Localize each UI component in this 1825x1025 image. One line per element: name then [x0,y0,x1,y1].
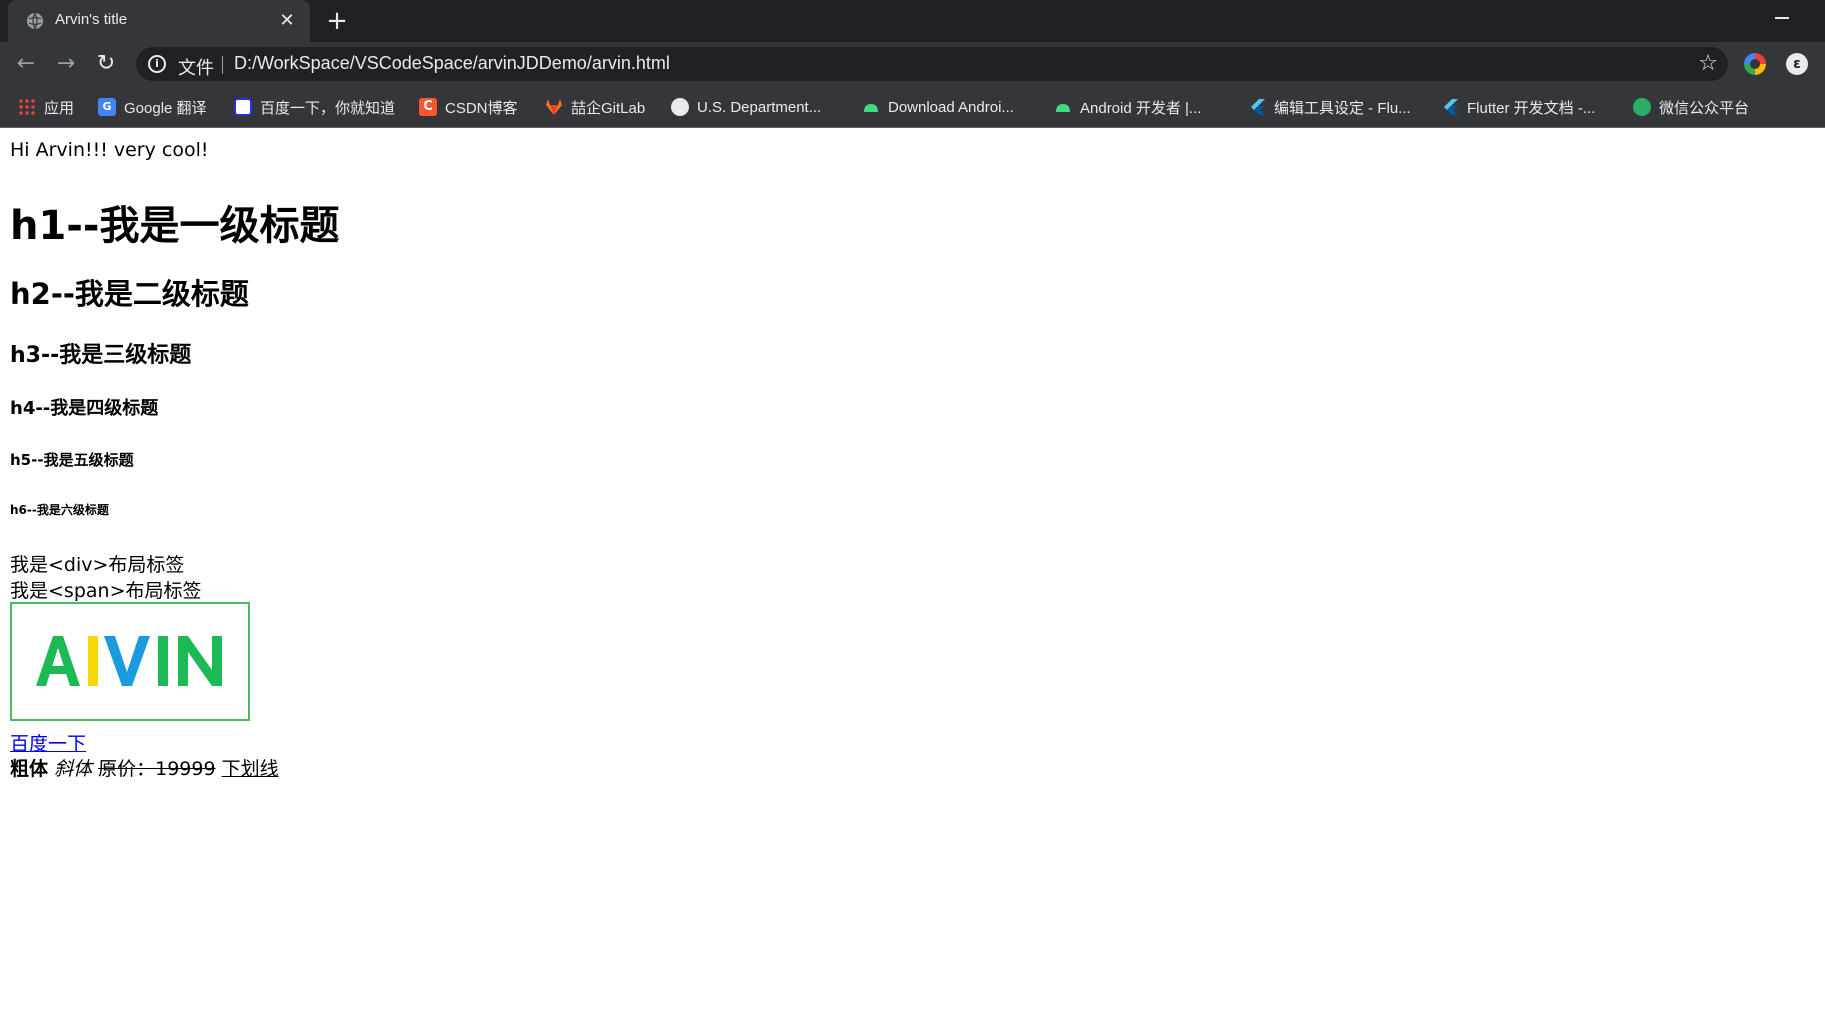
address-separator [222,56,223,74]
flutter-icon [1251,99,1265,115]
logo-image [10,602,250,721]
heading-3: h3--我是三级标题 [10,343,192,368]
bookmarks-bar: 应用 G Google 翻译 百度一下，你就知道 C CSDN博客 喆企GitL… [0,86,1825,128]
baidu-icon [234,98,252,116]
close-tab-icon[interactable]: ✕ [276,10,298,32]
minimize-window-button[interactable] [1775,17,1789,19]
bookmark-label: 百度一下，你就知道 [260,99,396,117]
bookmark-label: 喆企GitLab [571,99,646,117]
bookmark-label: 编辑工具设定 - Flu... [1274,99,1411,117]
bookmark-item[interactable]: G Google 翻译 [98,96,207,118]
strikethrough-text: 原价：19999 [98,758,216,780]
wechat-icon [1633,98,1651,116]
bookmark-item[interactable]: 应用 [18,96,74,118]
bookmark-item[interactable]: Download Androi... [862,96,1014,118]
heading-4: h4--我是四级标题 [10,398,159,419]
bookmark-label: Android 开发者 |... [1080,99,1202,117]
bookmark-label: CSDN博客 [445,99,518,117]
greeting-text: Hi Arvin!!! very cool! [10,139,209,161]
underline-text: 下划线 [221,758,279,780]
android-icon [1056,104,1070,112]
bookmark-label: Download Androi... [888,98,1014,116]
csdn-icon: C [419,98,437,116]
bookmark-item[interactable]: 百度一下，你就知道 [234,96,395,118]
browser-titlebar: Arvin's title ✕ + [0,0,1825,42]
tab-title: Arvin's title [55,11,128,28]
reload-icon[interactable]: ↻ [90,48,122,80]
gitlab-icon [546,99,562,115]
heading-1: h1--我是一级标题 [10,203,340,249]
new-tab-button[interactable]: + [322,6,352,36]
extension-icon[interactable]: ε [1786,53,1808,75]
bookmark-item[interactable]: 喆企GitLab [545,96,645,118]
bookmark-item[interactable]: C CSDN博客 [419,96,518,118]
back-arrow-icon[interactable]: ← [10,48,42,80]
globe-icon [27,12,43,30]
site-info-icon[interactable]: i [148,55,166,73]
aivin-logo [36,636,222,686]
bookmark-item[interactable]: 微信公众平台 [1633,96,1749,118]
forward-arrow-icon[interactable]: → [50,48,82,80]
bookmark-label: Flutter 开发文档 -... [1467,99,1596,117]
span-text: 我是<span>布局标签 [10,580,202,602]
baidu-link[interactable]: 百度一下 [10,729,86,756]
android-icon [864,104,878,112]
heading-2: h2--我是二级标题 [10,277,249,311]
scheme-label: 文件 [178,58,214,79]
bookmark-item[interactable]: U.S. Department... [671,96,821,118]
italic-text: 斜体 [54,758,93,780]
apps-icon [18,98,36,116]
text-style-line: 粗体 斜体 原价：19999 下划线 [10,754,279,781]
globe-icon [671,98,689,116]
browser-toolbar: ← → ↻ i 文件 D:/WorkSpace/VSCodeSpace/arvi… [0,42,1825,86]
page-content: Hi Arvin!!! very cool! h1--我是一级标题 h2--我是… [0,129,1825,1025]
browser-tab[interactable]: Arvin's title ✕ [8,0,310,42]
div-text: 我是<div>布局标签 [10,554,185,576]
bookmark-label: U.S. Department... [697,98,822,116]
heading-6: h6--我是六级标题 [10,503,109,517]
bookmark-label: 应用 [44,99,75,117]
google-translate-icon: G [98,98,116,116]
address-bar[interactable]: i 文件 D:/WorkSpace/VSCodeSpace/arvinJDDem… [136,47,1728,81]
url-text[interactable]: D:/WorkSpace/VSCodeSpace/arvinJDDemo/arv… [234,53,670,74]
bookmark-label: 微信公众平台 [1659,99,1750,117]
bookmark-star-icon[interactable]: ☆ [1698,51,1718,77]
color-extension-icon[interactable] [1744,53,1766,75]
bold-text: 粗体 [10,758,49,780]
flutter-icon [1444,99,1458,115]
heading-5: h5--我是五级标题 [10,451,134,469]
bookmark-item[interactable]: 编辑工具设定 - Flu... [1248,96,1411,118]
bookmark-item[interactable]: Flutter 开发文档 -... [1441,96,1595,118]
bookmark-label: Google 翻译 [124,99,207,117]
bookmark-item[interactable]: Android 开发者 |... [1054,96,1201,118]
